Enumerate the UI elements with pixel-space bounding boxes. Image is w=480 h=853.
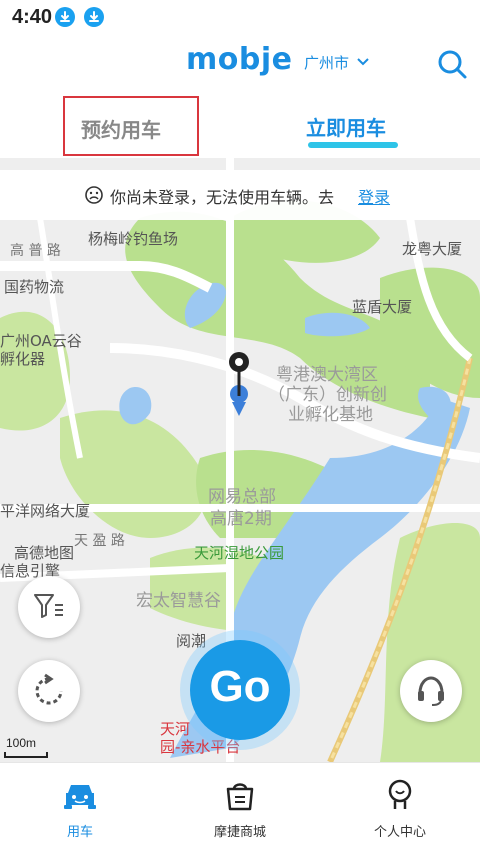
map-poi-label: 蓝盾大厦 xyxy=(352,298,413,316)
map-area-label: 高唐2期 xyxy=(210,509,272,529)
city-selector[interactable]: 广州市 xyxy=(304,52,349,73)
nav-item-mall[interactable]: 摩捷商城 xyxy=(160,763,320,853)
customer-service-button[interactable] xyxy=(400,660,462,722)
nav-label-car: 用车 xyxy=(66,825,93,840)
filter-button[interactable] xyxy=(18,576,80,638)
go-label: Go xyxy=(209,662,271,711)
map-park-label: 天河湿地公园 xyxy=(194,544,285,562)
nav-item-car[interactable]: 用车 xyxy=(0,763,160,853)
status-bar: 4:40 xyxy=(0,0,480,36)
tab-reserve-label: 预约用车 xyxy=(81,118,161,142)
status-time: 4:40 xyxy=(12,6,53,28)
map-poi-label: 孵化器 xyxy=(0,350,46,368)
app-header: mobje 广州市 xyxy=(0,36,480,96)
go-button[interactable]: Go xyxy=(190,640,290,740)
nav-item-profile[interactable]: 个人中心 xyxy=(320,763,480,853)
tab-active-indicator xyxy=(308,142,398,148)
search-icon[interactable] xyxy=(436,48,468,80)
refresh-icon xyxy=(35,673,63,705)
map-poi-label: 国药物流 xyxy=(4,278,65,296)
mode-tabs: 预约用车 立即用车 xyxy=(0,96,480,158)
map-road-label: 天 盈 路 xyxy=(74,533,125,549)
map-poi-label: 龙粤大厦 xyxy=(402,240,463,258)
user-icon xyxy=(388,779,412,809)
map-scale-bar xyxy=(4,752,48,758)
nav-label-profile: 个人中心 xyxy=(373,825,426,840)
login-banner: 你尚未登录，无法使用车辆。去 登录 xyxy=(0,170,480,220)
tab-now[interactable]: 立即用车 xyxy=(306,112,386,141)
login-link[interactable]: 登录 xyxy=(358,184,390,208)
map-area-label: 业孵化基地 xyxy=(288,405,373,425)
map-area-label: 宏太智慧谷 xyxy=(136,591,221,611)
shopping-bag-icon xyxy=(226,783,254,811)
download-notification-icon-2 xyxy=(84,7,104,27)
login-message: 你尚未登录，无法使用车辆。去 xyxy=(110,188,335,207)
chevron-down-icon[interactable] xyxy=(356,57,370,67)
filter-icon xyxy=(34,594,63,618)
sad-face-icon xyxy=(85,186,103,204)
bottom-nav: 用车 摩捷商城 个人中心 xyxy=(0,762,480,853)
download-notification-icon xyxy=(55,7,75,27)
headset-icon xyxy=(418,676,444,706)
tab-reserve[interactable]: 预约用车 xyxy=(63,96,199,156)
map-poi-label: 杨梅岭钓鱼场 xyxy=(88,230,179,248)
map-poi-label: 平洋网络大厦 xyxy=(0,502,91,520)
map-scale-label: 100m xyxy=(6,736,37,750)
nav-label-mall: 摩捷商城 xyxy=(213,825,266,840)
refresh-button[interactable] xyxy=(18,660,80,722)
brand-logo: mobje xyxy=(186,42,293,77)
car-icon xyxy=(64,785,96,809)
map-road-label: 高 普 路 xyxy=(10,243,61,259)
